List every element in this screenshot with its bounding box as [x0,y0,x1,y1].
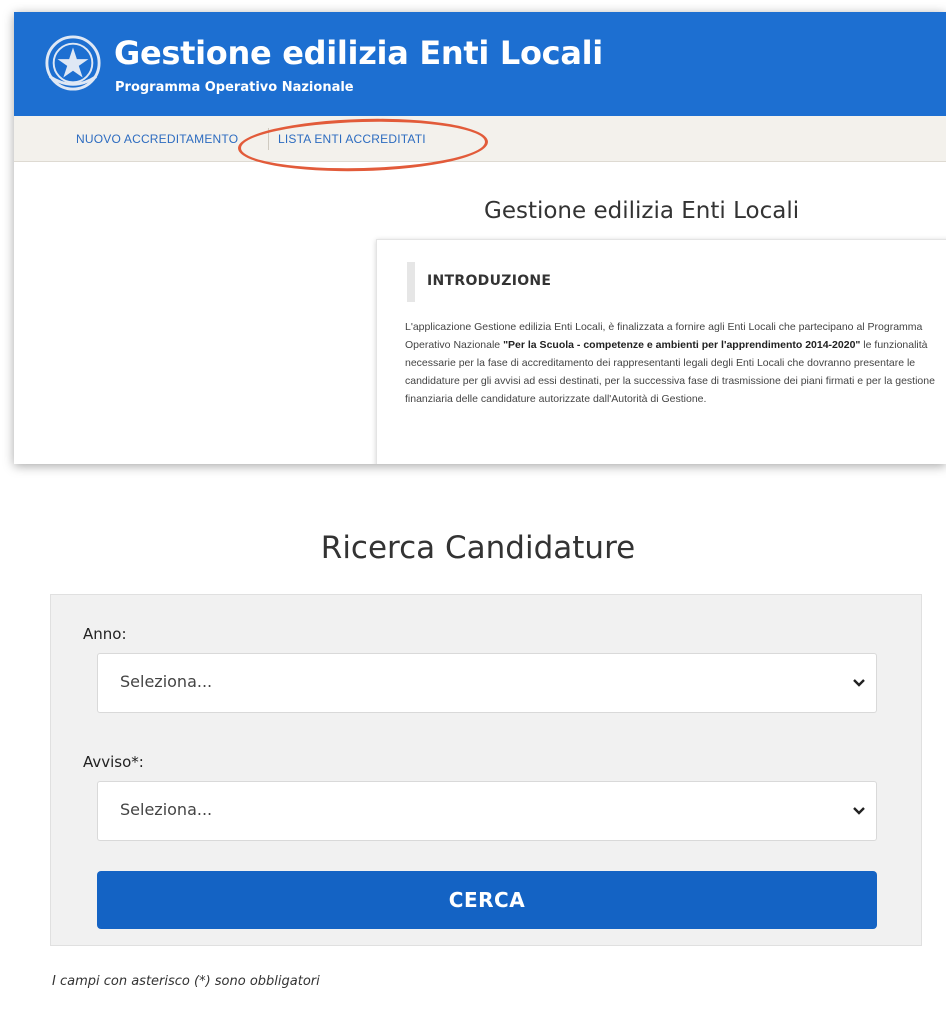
avviso-select[interactable]: Seleziona... [97,781,877,841]
avviso-label: Avviso*: [83,753,144,771]
chevron-down-icon [853,807,865,815]
intro-text: L'applicazione Gestione edilizia Enti Lo… [405,318,935,408]
site-header: Gestione edilizia Enti Locali Programma … [14,12,946,116]
cerca-button[interactable]: CERCA [97,871,877,929]
anno-select[interactable]: Seleziona... [97,653,877,713]
page-heading: Gestione edilizia Enti Locali [484,198,800,224]
chevron-down-icon [853,679,865,687]
required-fields-note: I campi con asterisco (*) sono obbligato… [52,974,320,989]
anno-label: Anno: [83,625,127,643]
italian-republic-emblem-icon [45,35,101,91]
avviso-select-value: Seleziona... [120,800,213,819]
anno-select-value: Seleziona... [120,672,213,691]
site-subtitle: Programma Operativo Nazionale [115,80,354,95]
nav-nuovo-accreditamento[interactable]: NUOVO ACCREDITAMENTO [76,132,238,146]
ricerca-screenshot: Ricerca Candidature Anno: Seleziona... A… [0,508,946,1020]
accreditamento-screenshot: Gestione edilizia Enti Locali Programma … [14,12,946,464]
intro-title: INTRODUZIONE [407,262,607,302]
site-title: Gestione edilizia Enti Locali [114,34,603,72]
search-title: Ricerca Candidature [320,530,636,566]
intro-text-bold: "Per la Scuola - competenze e ambienti p… [503,339,861,351]
search-form: Anno: Seleziona... Avviso*: Seleziona...… [50,594,922,946]
intro-card: INTRODUZIONE L'applicazione Gestione edi… [376,239,946,464]
